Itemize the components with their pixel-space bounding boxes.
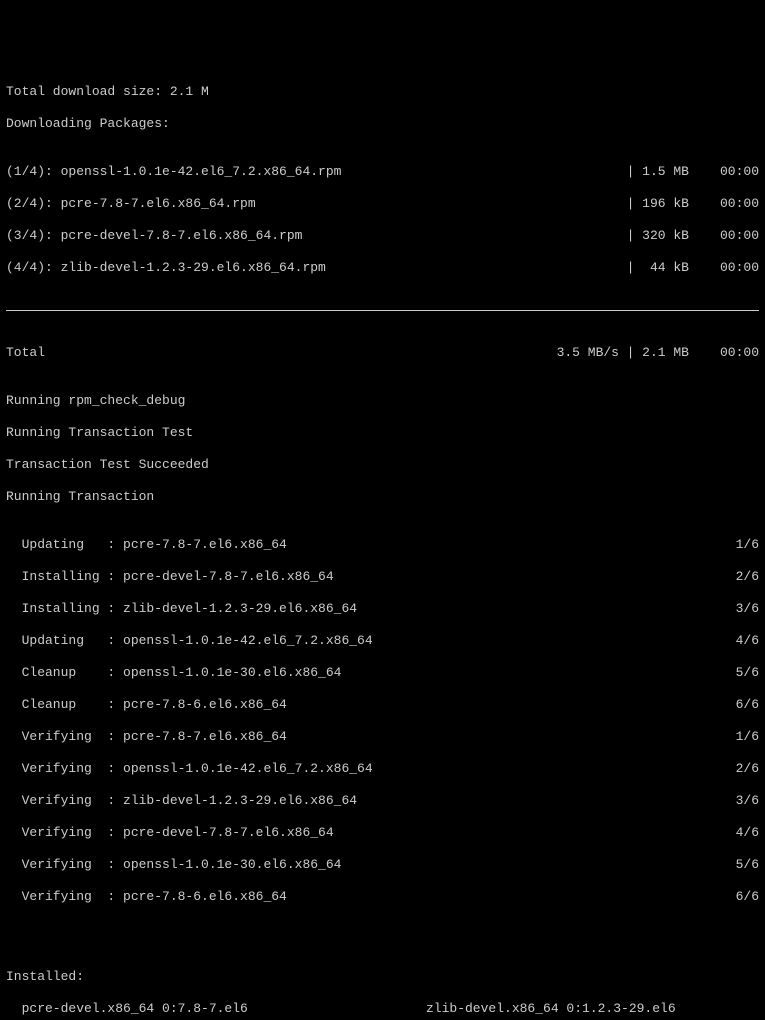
total-size: | 2.1 MB	[619, 345, 689, 361]
blank-line	[6, 937, 759, 953]
transaction-row: Updating : pcre-7.8-7.el6.x86_641/6	[6, 537, 759, 553]
download-size: | 320 kB	[619, 228, 689, 244]
transaction-row: Installing : pcre-devel-7.8-7.el6.x86_64…	[6, 569, 759, 585]
installed-pkg: pcre-devel.x86_64 0:7.8-7.el6	[6, 1001, 426, 1017]
download-row: (2/4): pcre-7.8-7.el6.x86_64.rpm | 196 k…	[6, 196, 759, 212]
download-time: 00:00	[689, 228, 759, 244]
status-line: Transaction Test Succeeded	[6, 457, 759, 473]
download-row: (4/4): zlib-devel-1.2.3-29.el6.x86_64.rp…	[6, 260, 759, 276]
status-line: Running Transaction	[6, 489, 759, 505]
transaction-row: Updating : openssl-1.0.1e-42.el6_7.2.x86…	[6, 633, 759, 649]
download-row: (1/4): openssl-1.0.1e-42.el6_7.2.x86_64.…	[6, 164, 759, 180]
status-line: Running Transaction Test	[6, 425, 759, 441]
transaction-row: Verifying : zlib-devel-1.2.3-29.el6.x86_…	[6, 793, 759, 809]
total-row: Total 3.5 MB/s | 2.1 MB 00:00	[6, 345, 759, 361]
installed-pkg: zlib-devel.x86_64 0:1.2.3-29.el6	[426, 1001, 676, 1017]
download-package: (4/4): zlib-devel-1.2.3-29.el6.x86_64.rp…	[6, 260, 326, 276]
total-label: Total	[6, 345, 45, 361]
transaction-row: Verifying : pcre-7.8-7.el6.x86_641/6	[6, 729, 759, 745]
transaction-row: Verifying : pcre-devel-7.8-7.el6.x86_644…	[6, 825, 759, 841]
download-package: (3/4): pcre-devel-7.8-7.el6.x86_64.rpm	[6, 228, 302, 244]
download-time: 00:00	[689, 196, 759, 212]
transaction-row: Verifying : openssl-1.0.1e-30.el6.x86_64…	[6, 857, 759, 873]
terminal-output: Total download size: 2.1 M Downloading P…	[6, 68, 759, 1020]
download-package: (1/4): openssl-1.0.1e-42.el6_7.2.x86_64.…	[6, 164, 341, 180]
downloading-label: Downloading Packages:	[6, 116, 759, 132]
download-size: | 1.5 MB	[619, 164, 689, 180]
status-line: Running rpm_check_debug	[6, 393, 759, 409]
download-size: | 196 kB	[619, 196, 689, 212]
total-time: 00:00	[689, 345, 759, 361]
transaction-row: Cleanup : pcre-7.8-6.el6.x86_646/6	[6, 697, 759, 713]
transaction-row: Installing : zlib-devel-1.2.3-29.el6.x86…	[6, 601, 759, 617]
download-time: 00:00	[689, 260, 759, 276]
installed-row: pcre-devel.x86_64 0:7.8-7.el6 zlib-devel…	[6, 1001, 759, 1017]
total-download-line: Total download size: 2.1 M	[6, 84, 759, 100]
transaction-row: Cleanup : openssl-1.0.1e-30.el6.x86_645/…	[6, 665, 759, 681]
transaction-row: Verifying : pcre-7.8-6.el6.x86_646/6	[6, 889, 759, 905]
download-package: (2/4): pcre-7.8-7.el6.x86_64.rpm	[6, 196, 256, 212]
total-rate: 3.5 MB/s	[539, 345, 619, 361]
installed-header: Installed:	[6, 969, 759, 985]
divider	[6, 310, 759, 311]
download-size: | 44 kB	[619, 260, 689, 276]
transaction-row: Verifying : openssl-1.0.1e-42.el6_7.2.x8…	[6, 761, 759, 777]
download-time: 00:00	[689, 164, 759, 180]
download-row: (3/4): pcre-devel-7.8-7.el6.x86_64.rpm |…	[6, 228, 759, 244]
